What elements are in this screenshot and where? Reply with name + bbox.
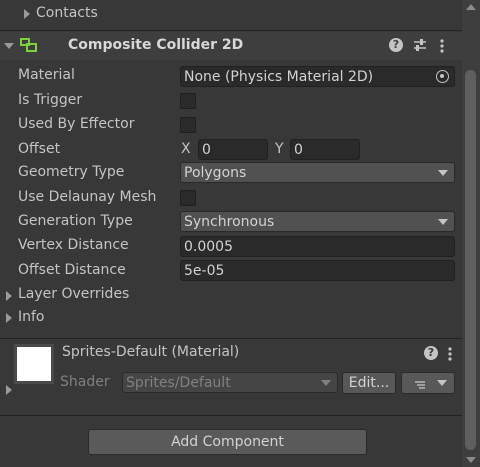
component-foldout-arrow[interactable] [4, 43, 14, 49]
geometry-type-label: Geometry Type [18, 164, 125, 180]
use-delaunay-mesh-checkbox[interactable] [180, 190, 196, 206]
used-by-effector-checkbox[interactable] [180, 117, 196, 133]
geometry-type-value: Polygons [184, 164, 247, 181]
material-preview-thumbnail[interactable] [14, 344, 54, 384]
composite-collider-icon [20, 38, 38, 54]
divider-material [0, 338, 462, 339]
used-by-effector-label: Used By Effector [18, 116, 135, 132]
chevron-down-icon [321, 380, 331, 386]
material-field[interactable]: None (Physics Material 2D) [180, 66, 455, 87]
is-trigger-label: Is Trigger [18, 92, 83, 108]
component-title: Composite Collider 2D [68, 37, 244, 53]
vertex-distance-input[interactable]: 0.0005 [180, 236, 455, 257]
shader-dropdown[interactable]: Sprites/Default [122, 372, 338, 393]
offset-x-label[interactable]: X [181, 141, 191, 157]
object-picker-icon[interactable] [436, 70, 449, 83]
help-icon[interactable]: ? [389, 38, 403, 52]
shader-value: Sprites/Default [126, 374, 231, 391]
scroll-up-icon[interactable] [466, 4, 476, 10]
offset-distance-input[interactable]: 5e-05 [180, 260, 455, 281]
layer-overrides-label[interactable]: Layer Overrides [18, 286, 129, 302]
offset-y-label[interactable]: Y [275, 141, 284, 157]
scrollbar-thumb[interactable] [465, 70, 476, 450]
contacts-foldout-arrow[interactable] [24, 9, 30, 19]
offset-x-value: 0 [202, 141, 211, 158]
component-header[interactable]: Composite Collider 2D ? [0, 32, 462, 60]
chevron-down-icon [437, 380, 447, 386]
generation-type-label: Generation Type [18, 213, 133, 229]
edit-shader-button[interactable]: Edit... [342, 372, 396, 394]
divider-top [0, 30, 462, 31]
context-menu-icon[interactable] [439, 38, 445, 54]
material-value: None (Physics Material 2D) [184, 68, 374, 85]
shader-label: Shader [60, 374, 110, 390]
add-component-label: Add Component [171, 434, 284, 450]
generation-type-dropdown[interactable]: Synchronous [180, 211, 455, 232]
offset-distance-label: Offset Distance [18, 262, 126, 278]
chevron-down-icon [438, 219, 448, 225]
offset-y-input[interactable]: 0 [290, 139, 360, 160]
material-foldout-arrow[interactable] [6, 385, 12, 395]
list-icon [414, 378, 426, 389]
geometry-type-dropdown[interactable]: Polygons [180, 162, 455, 183]
vertex-distance-value: 0.0005 [184, 238, 233, 255]
scroll-down-icon[interactable] [466, 457, 476, 463]
info-label[interactable]: Info [18, 309, 45, 325]
add-component-button[interactable]: Add Component [88, 429, 367, 455]
shader-menu-dropdown[interactable] [401, 372, 455, 394]
offset-label: Offset [18, 141, 61, 157]
offset-y-value: 0 [294, 141, 303, 158]
material-section-title: Sprites-Default (Material) [62, 344, 240, 360]
contacts-label[interactable]: Contacts [36, 5, 98, 21]
presets-icon[interactable] [413, 38, 427, 52]
use-delaunay-mesh-label: Use Delaunay Mesh [18, 189, 157, 205]
material-context-menu-icon[interactable] [447, 346, 453, 362]
divider-bottom [0, 415, 462, 416]
vertex-distance-label: Vertex Distance [18, 237, 129, 253]
edit-shader-label: Edit... [348, 375, 390, 391]
is-trigger-checkbox[interactable] [180, 93, 196, 109]
layer-overrides-foldout-arrow[interactable] [6, 291, 12, 301]
offset-distance-value: 5e-05 [184, 262, 225, 279]
generation-type-value: Synchronous [184, 213, 275, 230]
info-foldout-arrow[interactable] [6, 313, 12, 323]
material-help-icon[interactable]: ? [424, 346, 438, 360]
chevron-down-icon [438, 170, 448, 176]
material-label: Material [18, 67, 75, 83]
offset-x-input[interactable]: 0 [198, 139, 268, 160]
